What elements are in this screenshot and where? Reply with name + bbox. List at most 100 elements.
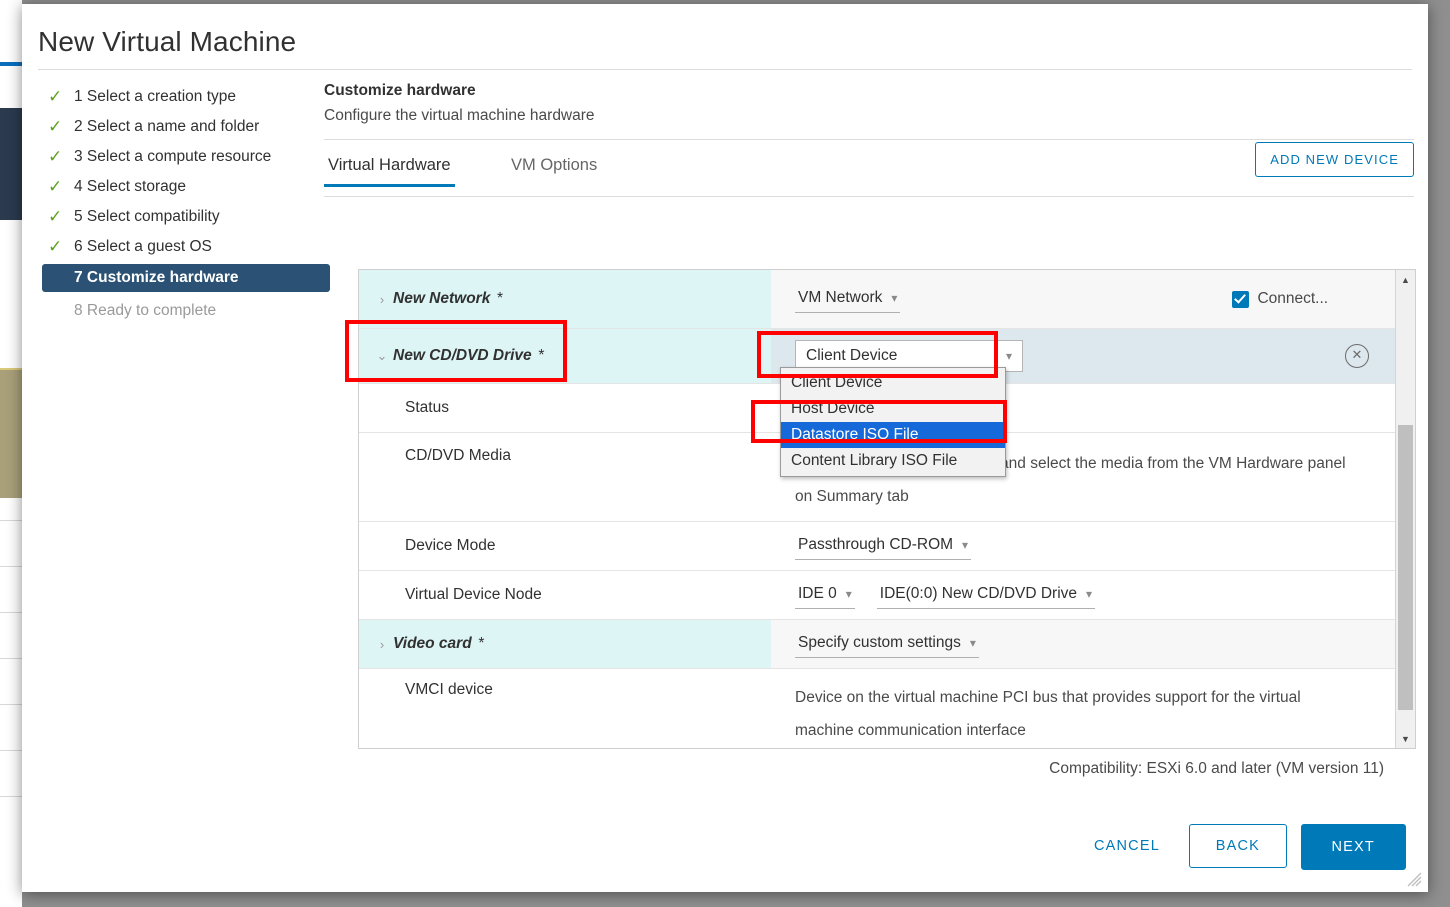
scroll-down-arrow-icon[interactable]: ▼ — [1396, 729, 1415, 748]
checkbox-box — [1232, 291, 1249, 308]
row-label: CD/DVD Media — [359, 433, 771, 521]
required-mark: * — [478, 635, 484, 653]
table-row-new-network[interactable]: › New Network * VM Network ▾ Connect... — [359, 270, 1395, 329]
title-divider — [38, 69, 1412, 70]
dropdown-option-host-device[interactable]: Host Device — [781, 396, 1005, 422]
next-button[interactable]: NEXT — [1301, 824, 1406, 870]
row-value-cell: VM Network ▾ Connect... — [771, 270, 1395, 328]
row-value: Device on the virtual machine PCI bus th… — [771, 669, 1395, 749]
step-label: 1 Select a creation type — [74, 88, 236, 105]
chevron-down-icon: ▾ — [962, 538, 968, 552]
connect-checkbox[interactable]: Connect... — [1232, 290, 1328, 308]
sidebar-step-4[interactable]: ✓ 4 Select storage — [42, 172, 334, 202]
required-mark: * — [538, 347, 544, 365]
step-label: 4 Select storage — [74, 178, 186, 195]
step-label: 5 Select compatibility — [74, 208, 220, 225]
step-label: 6 Select a guest OS — [74, 238, 212, 255]
check-icon: ✓ — [48, 202, 62, 232]
device-mode-select[interactable]: Passthrough CD-ROM ▾ — [795, 533, 971, 560]
virtual-hardware-table: › New Network * VM Network ▾ Connect... — [358, 269, 1416, 749]
sidebar-step-7-current[interactable]: 7 Customize hardware — [42, 264, 330, 292]
dropdown-option-content-library-iso-file[interactable]: Content Library ISO File — [781, 448, 1005, 474]
video-card-select-value: Specify custom settings — [798, 634, 961, 652]
compatibility-text: Compatibility: ESXi 6.0 and later (VM ve… — [1049, 760, 1384, 778]
row-value-cell: IDE 0 ▾ IDE(0:0) New CD/DVD Drive ▾ — [771, 571, 1395, 619]
network-select[interactable]: VM Network ▾ — [795, 286, 900, 313]
cd-dvd-device-dropdown-menu[interactable]: Client Device Host Device Datastore ISO … — [780, 367, 1006, 477]
add-new-device-button[interactable]: ADD NEW DEVICE — [1255, 142, 1414, 177]
check-icon: ✓ — [48, 112, 62, 142]
chevron-down-icon: ▾ — [846, 587, 852, 601]
scrollbar-thumb[interactable] — [1398, 425, 1413, 710]
chevron-down-icon[interactable]: ⌄ — [371, 348, 393, 364]
row-label: Device Mode — [359, 522, 771, 570]
check-icon: ✓ — [48, 172, 62, 202]
device-node-position-value: IDE(0:0) New CD/DVD Drive — [880, 585, 1077, 603]
dropdown-option-datastore-iso-file[interactable]: Datastore ISO File — [781, 422, 1005, 448]
chevron-down-icon: ▾ — [891, 291, 897, 305]
background-app-sliver — [0, 0, 22, 907]
dropdown-option-client-device[interactable]: Client Device — [781, 370, 1005, 396]
device-mode-select-value: Passthrough CD-ROM — [798, 536, 953, 554]
new-virtual-machine-dialog: New Virtual Machine ✓ 1 Select a creatio… — [22, 4, 1428, 892]
row-label: VMCI device — [359, 669, 771, 749]
device-node-controller-value: IDE 0 — [798, 585, 837, 603]
check-icon: ✓ — [48, 142, 62, 172]
row-value-cell: Passthrough CD-ROM ▾ — [771, 522, 1395, 570]
required-mark: * — [496, 290, 502, 308]
network-select-value: VM Network — [798, 289, 882, 307]
row-value-cell: Specify custom settings ▾ — [771, 620, 1395, 668]
wizard-steps: ✓ 1 Select a creation type ✓ 2 Select a … — [42, 82, 334, 326]
sidebar-step-1[interactable]: ✓ 1 Select a creation type — [42, 82, 334, 112]
row-label-cell: › New Network * — [359, 270, 771, 328]
resize-handle-icon[interactable] — [1406, 871, 1422, 887]
back-button[interactable]: BACK — [1189, 824, 1287, 868]
table-row-video-card[interactable]: › Video card * Specify custom settings ▾ — [359, 620, 1395, 669]
chevron-down-icon: ▾ — [1086, 587, 1092, 601]
row-label: New CD/DVD Drive — [393, 347, 532, 365]
device-node-controller-select[interactable]: IDE 0 ▾ — [795, 582, 855, 609]
sidebar-step-3[interactable]: ✓ 3 Select a compute resource — [42, 142, 334, 172]
table-scrollbar[interactable]: ▲ ▼ — [1395, 270, 1415, 748]
device-node-position-select[interactable]: IDE(0:0) New CD/DVD Drive ▾ — [877, 582, 1095, 609]
content-pane: Customize hardware Configure the virtual… — [324, 82, 1414, 197]
chevron-down-icon: ▾ — [970, 636, 976, 650]
row-label: Video card — [393, 635, 472, 653]
row-label: Virtual Device Node — [359, 571, 771, 619]
chevron-right-icon[interactable]: › — [371, 292, 393, 307]
scroll-up-arrow-icon[interactable]: ▲ — [1396, 270, 1415, 289]
row-label: New Network — [393, 290, 490, 308]
sidebar-step-6[interactable]: ✓ 6 Select a guest OS — [42, 232, 334, 262]
table-row-device-mode: Device Mode Passthrough CD-ROM ▾ — [359, 522, 1395, 571]
page-title: New Virtual Machine — [38, 26, 296, 58]
row-label-cell: ⌄ New CD/DVD Drive * — [359, 329, 771, 383]
row-label-cell: › Video card * — [359, 620, 771, 668]
step-label: 8 Ready to complete — [74, 302, 216, 319]
cd-dvd-device-select-value: Client Device — [806, 347, 897, 365]
check-icon: ✓ — [48, 82, 62, 112]
step-label: 3 Select a compute resource — [74, 148, 271, 165]
tab-vm-options[interactable]: VM Options — [507, 156, 601, 186]
tab-bar: Virtual Hardware VM Options — [324, 156, 1414, 197]
sidebar-step-5[interactable]: ✓ 5 Select compatibility — [42, 202, 334, 232]
step-label: 7 Customize hardware — [74, 269, 239, 286]
check-icon: ✓ — [48, 232, 62, 262]
cancel-button[interactable]: CANCEL — [1088, 824, 1166, 868]
table-row-vmci-device: VMCI device Device on the virtual machin… — [359, 669, 1395, 749]
video-card-select[interactable]: Specify custom settings ▾ — [795, 631, 979, 658]
sidebar-step-8[interactable]: 8 Ready to complete — [42, 296, 334, 326]
step-label: 2 Select a name and folder — [74, 118, 259, 135]
row-label: Status — [359, 384, 771, 432]
table-row-virtual-device-node: Virtual Device Node IDE 0 ▾ IDE(0:0) New… — [359, 571, 1395, 620]
screen: New Virtual Machine ✓ 1 Select a creatio… — [0, 0, 1450, 907]
content-subheading: Configure the virtual machine hardware — [324, 107, 1414, 125]
content-heading: Customize hardware — [324, 82, 1414, 100]
virtual-hardware-table-body: › New Network * VM Network ▾ Connect... — [359, 270, 1395, 748]
remove-device-icon[interactable]: ✕ — [1345, 344, 1369, 368]
chevron-down-icon: ▾ — [1006, 349, 1012, 363]
sidebar-step-2[interactable]: ✓ 2 Select a name and folder — [42, 112, 334, 142]
checkbox-label: Connect... — [1257, 290, 1328, 308]
tab-virtual-hardware[interactable]: Virtual Hardware — [324, 156, 455, 186]
dialog-footer: CANCEL BACK NEXT — [22, 824, 1428, 884]
chevron-right-icon[interactable]: › — [371, 637, 393, 652]
